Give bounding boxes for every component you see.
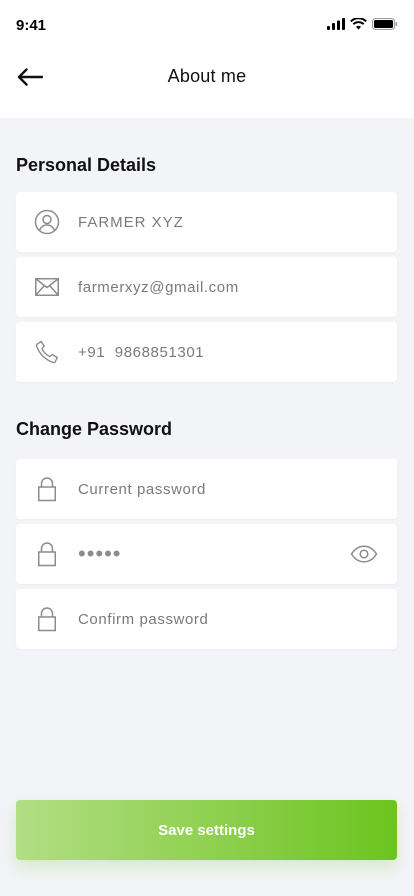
current-password-field[interactable]: Current password [16,459,397,519]
top-bar: About me [0,52,414,118]
battery-icon [372,18,398,30]
phone-field[interactable]: +91 9868851301 [16,322,397,382]
mail-icon [35,278,59,296]
status-bar: 9:41 [0,0,414,52]
name-field[interactable]: FARMER XYZ [16,192,397,252]
eye-icon [350,545,378,563]
current-password-placeholder: Current password [78,480,206,498]
personal-details-heading: Personal Details [16,155,157,175]
lock-icon [38,477,56,502]
page-title: About me [167,66,247,86]
show-password-toggle[interactable] [349,540,379,568]
status-time: 9:41 [16,17,47,34]
status-icons [327,18,398,30]
phone-icon [35,340,58,364]
lock-icon [38,607,56,632]
new-password-masked: ••••• [78,541,122,566]
email-value: farmerxyz@gmail.com [78,278,239,296]
user-circle-icon [34,209,60,235]
confirm-password-field[interactable]: Confirm password [16,589,397,649]
confirm-password-placeholder: Confirm password [78,610,209,628]
email-field[interactable]: farmerxyz@gmail.com [16,257,397,317]
new-password-field[interactable]: ••••• [16,524,397,584]
name-value: FARMER XYZ [78,213,184,231]
phone-value: +91 9868851301 [78,343,205,361]
signal-icon [327,18,345,30]
wifi-icon [350,18,367,30]
change-password-heading: Change Password [16,419,173,439]
save-settings-button[interactable]: Save settings [16,800,397,860]
lock-icon [38,542,56,567]
